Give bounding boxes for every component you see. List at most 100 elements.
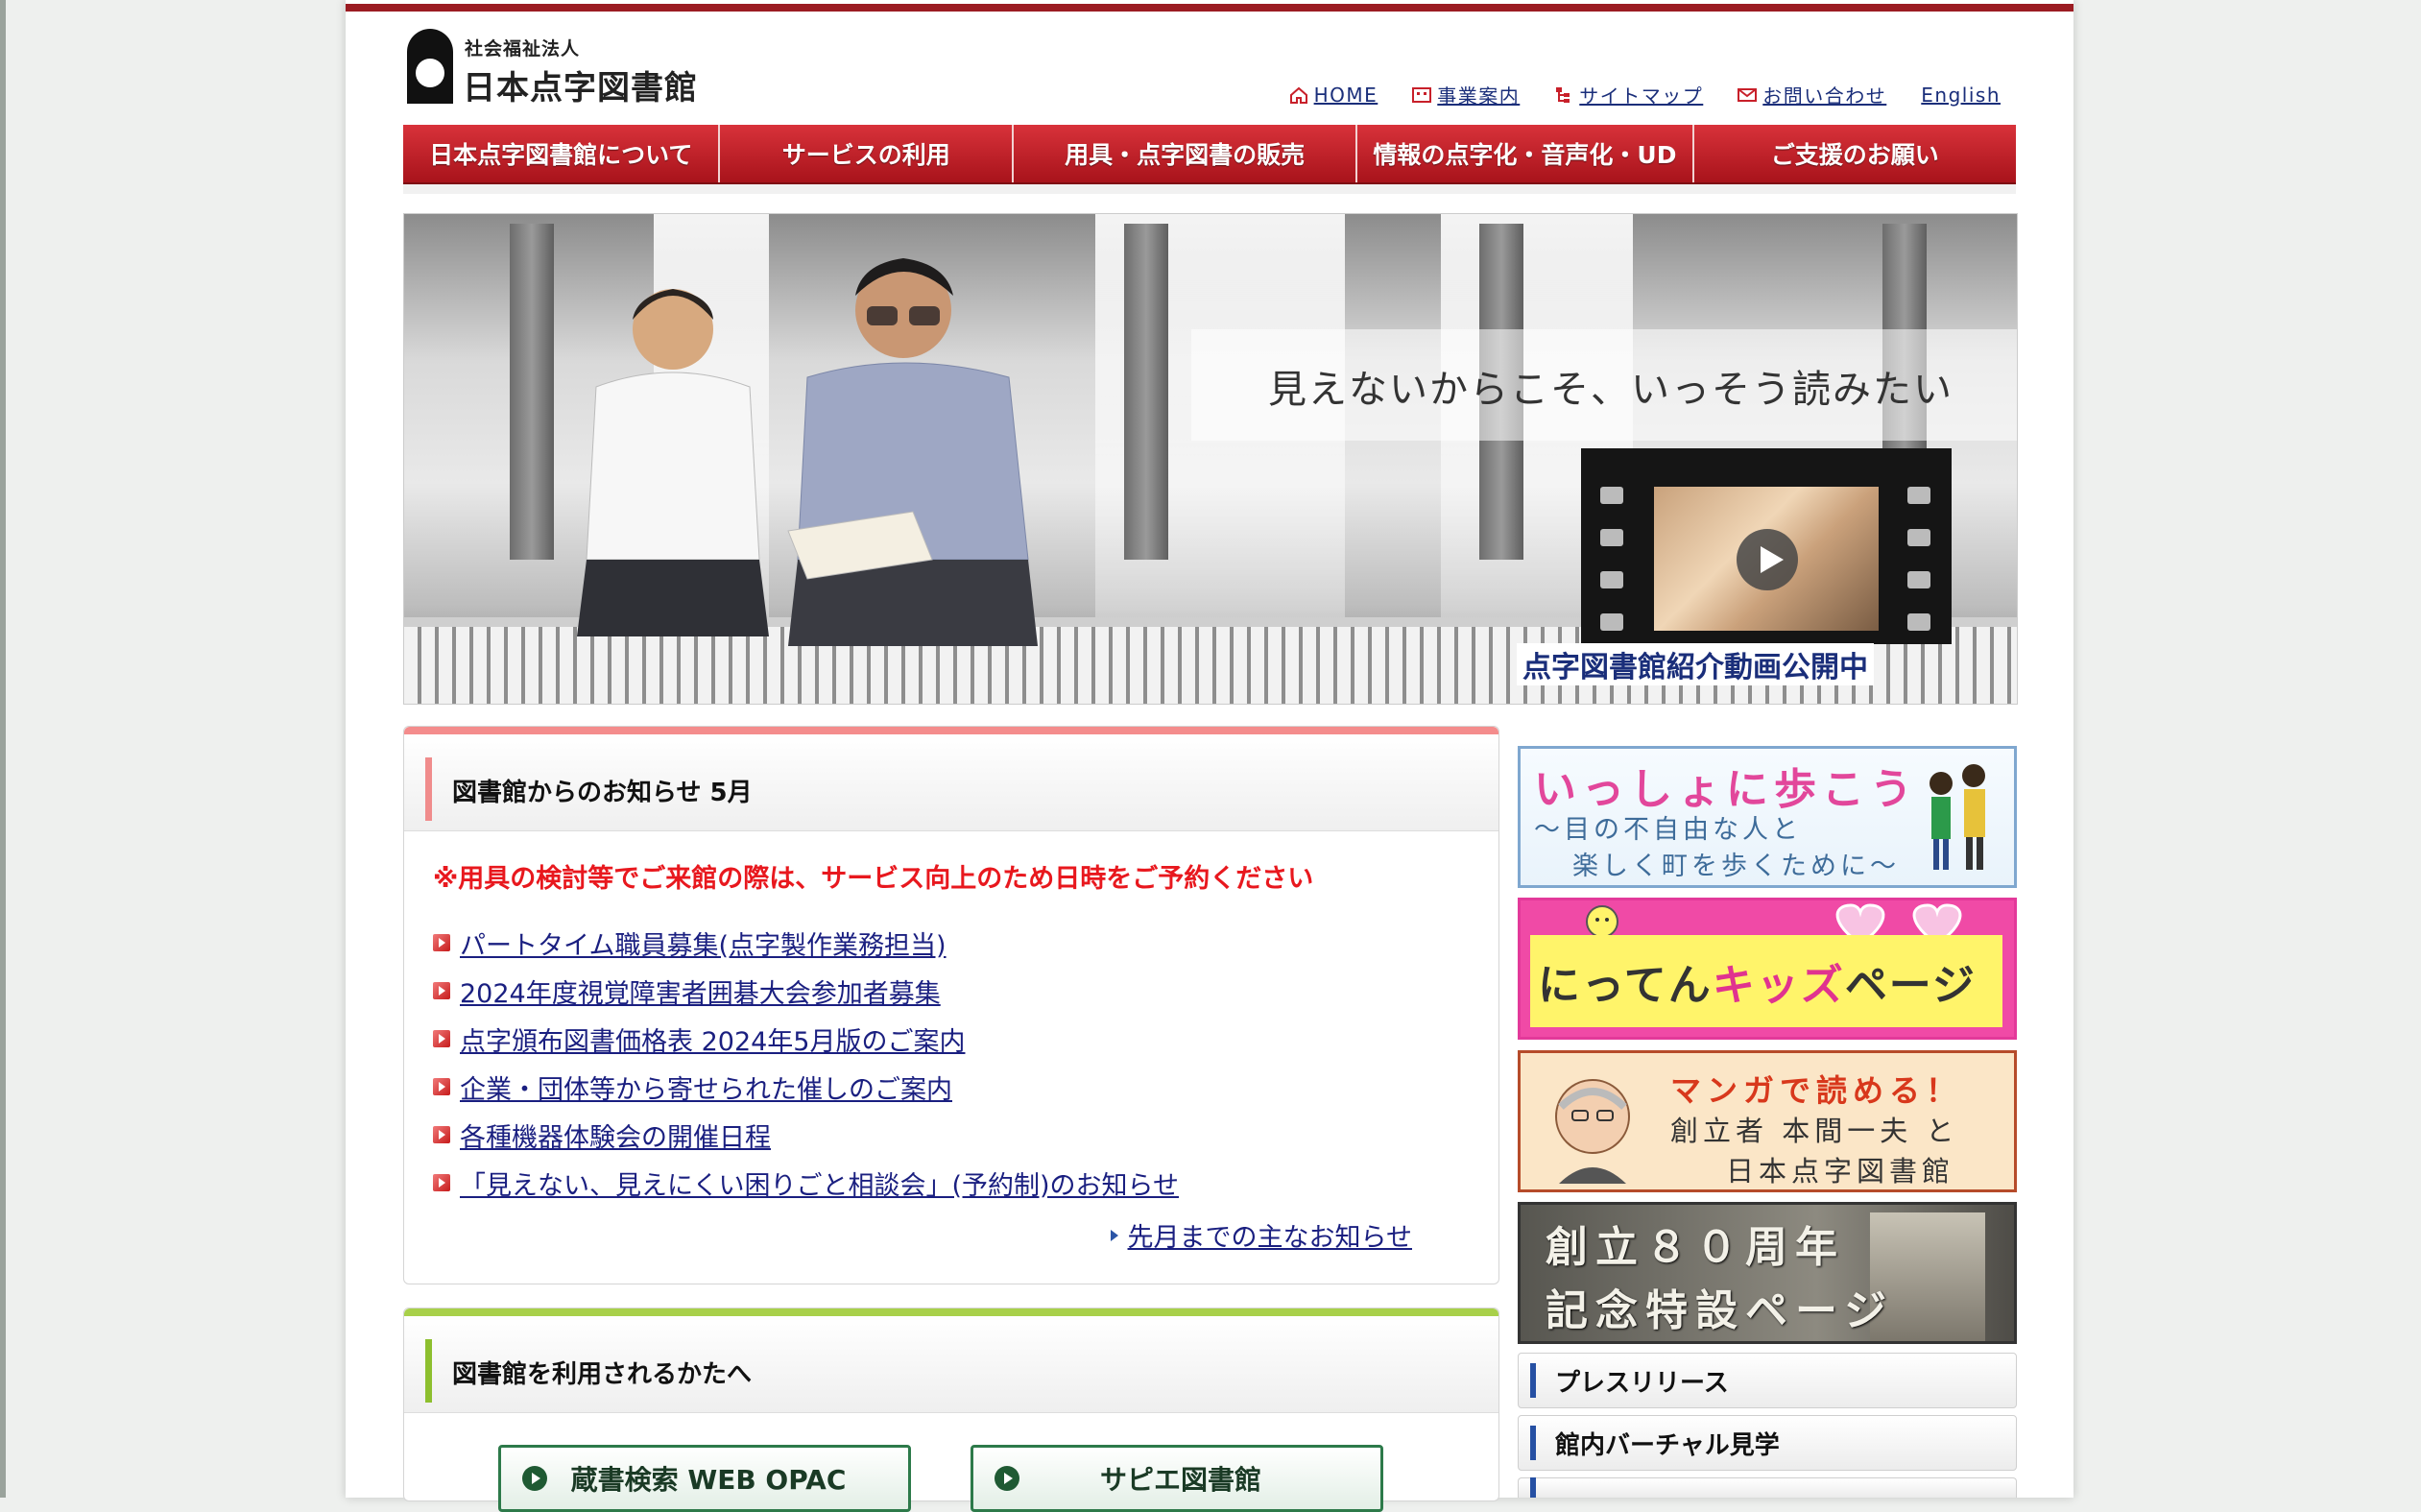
web-opac-button[interactable]: 蔵書検索 WEB OPAC (498, 1445, 911, 1512)
arrow-bullet-icon (433, 934, 450, 951)
anniversary-line1: 創立８０周年 (1546, 1223, 1845, 1272)
film-hole (1907, 487, 1930, 504)
util-home-label: HOME (1313, 83, 1378, 107)
past-news-link[interactable]: 先月までの主なお知らせ (1128, 1216, 1412, 1254)
film-hole (1907, 571, 1930, 588)
kids-title-part3: ページ (1844, 961, 1977, 1010)
kids-banner-title: にってんキッズページ (1538, 950, 1977, 1012)
walk-banner-line3: 楽しく町を歩くために～ (1572, 852, 1900, 881)
intro-video-thumbnail[interactable] (1581, 448, 1952, 644)
util-home-link[interactable]: HOME (1289, 81, 1378, 108)
children-walking-illustration (1930, 764, 1985, 870)
manga-founder-banner[interactable]: マンガで読める！ 創立者 本間一夫 と 日本点字図書館 (1518, 1050, 2017, 1192)
news-header-accent (425, 757, 432, 821)
logo-subtitle: 社会福祉法人 (465, 38, 581, 60)
site-logo[interactable]: 社会福祉法人 日本点字図書館 (403, 23, 720, 108)
film-hole (1907, 613, 1930, 631)
walk-banner-title: いっしょに歩こう (1534, 765, 1918, 814)
past-news: 先月までの主なお知らせ (1110, 1216, 1412, 1254)
users-panel-header: 図書館を利用されるかたへ (404, 1316, 1498, 1413)
news-link[interactable]: 点字頒布図書価格表 2024年5月版のご案内 (460, 1020, 965, 1058)
kids-title-part2: キッズ (1712, 961, 1845, 1010)
window-edge (0, 0, 6, 1498)
background-post (1124, 224, 1168, 560)
news-item: パートタイム職員募集(点字製作業務担当) (433, 919, 1179, 967)
virtual-tour-link[interactable]: 館内バーチャル見学 (1518, 1415, 2017, 1471)
film-hole (1600, 613, 1623, 631)
logo-title: 日本点字図書館 (463, 69, 698, 108)
library-users-panel: 図書館を利用されるかたへ 蔵書検索 WEB OPAC サピエ図書館 (403, 1308, 1499, 1512)
sapie-library-label: サピエ図書館 (1099, 1464, 1261, 1496)
news-link[interactable]: パートタイム職員募集(点字製作業務担当) (460, 924, 947, 962)
triangle-bullet-icon (1110, 1229, 1118, 1241)
web-opac-label: 蔵書検索 WEB OPAC (570, 1464, 847, 1496)
main-nav: 日本点字図書館について サービスの利用 用具・点字図書の販売 情報の点字化・音声… (403, 125, 2016, 184)
arrow-bullet-icon (433, 1078, 450, 1095)
building-icon (1412, 86, 1432, 103)
logo-mark-icon (407, 29, 453, 104)
news-link[interactable]: 各種機器体験会の開催日程 (460, 1116, 771, 1154)
arrow-bullet-icon (433, 1126, 450, 1143)
manga-banner-title: マンガで読める！ (1670, 1072, 1963, 1109)
press-release-label: プレスリリース (1555, 1368, 1729, 1398)
side-link-accent (1530, 1477, 1536, 1498)
top-accent-bar (346, 4, 2073, 12)
news-list: パートタイム職員募集(点字製作業務担当) 2024年度視覚障害者囲碁大会参加者募… (433, 919, 1179, 1207)
nav-services[interactable]: サービスの利用 (720, 125, 1014, 182)
news-link[interactable]: 「見えない、見えにくい困りごと相談会」(予約制)のお知らせ (460, 1164, 1179, 1202)
circle-arrow-icon (995, 1466, 1019, 1491)
users-header-accent (425, 1339, 432, 1403)
users-title: 図書館を利用されるかたへ (452, 1360, 753, 1389)
kids-title-part1: にってん (1538, 961, 1713, 1010)
side-link-accent (1530, 1426, 1536, 1460)
nav-donation[interactable]: ご支援のお願い (1694, 125, 2016, 182)
util-contact-link[interactable]: お問い合わせ (1738, 81, 1886, 108)
sitemap-icon (1556, 86, 1570, 103)
kids-page-banner[interactable]: にってんキッズページ (1518, 898, 2017, 1040)
side-link-accent (1530, 1363, 1536, 1398)
elderly-man-photo (787, 258, 1038, 646)
side-link-partial[interactable] (1518, 1477, 2017, 1498)
anniversary-banner[interactable]: 創立８０周年 記念特設ページ (1518, 1202, 2017, 1344)
page-container: 社会福祉法人 日本点字図書館 HOME 事業案内 サイトマップ お問い合わせ E… (346, 0, 2073, 1512)
news-panel: 図書館からのお知らせ 5月 ※用具の検討等でご来館の際は、サービス向上のため日時… (403, 726, 1499, 1284)
nav-braille-audio-ud[interactable]: 情報の点字化・音声化・UD (1357, 125, 1694, 182)
mail-icon (1738, 87, 1758, 102)
walk-banner-line2: ～目の不自由な人と (1534, 815, 1802, 845)
news-link[interactable]: 2024年度視覚障害者囲碁大会参加者募集 (460, 972, 941, 1010)
util-business-link[interactable]: 事業案内 (1412, 81, 1520, 108)
arrow-bullet-icon (433, 982, 450, 999)
virtual-tour-label: 館内バーチャル見学 (1555, 1430, 1780, 1460)
users-panel-cap (404, 1308, 1498, 1316)
news-panel-header: 図書館からのお知らせ 5月 (404, 734, 1498, 831)
hero-tagline: 見えないからこそ、いっそう読みたい (1268, 368, 1954, 412)
anniversary-line2: 記念特設ページ (1546, 1286, 1895, 1335)
founder-portrait-illustration (1555, 1079, 1630, 1184)
video-caption-link[interactable]: 点字図書館紹介動画公開中 (1517, 643, 1874, 685)
film-hole (1907, 529, 1930, 546)
walk-together-banner[interactable]: いっしょに歩こう ～目の不自由な人と 楽しく町を歩くために～ (1518, 746, 2017, 888)
nav-sales[interactable]: 用具・点字図書の販売 (1014, 125, 1358, 182)
news-item: 2024年度視覚障害者囲碁大会参加者募集 (433, 967, 1179, 1015)
play-icon[interactable] (1737, 529, 1798, 590)
utility-nav: HOME 事業案内 サイトマップ お問い合わせ English (1289, 81, 2001, 108)
news-link[interactable]: 企業・団体等から寄せられた催しのご案内 (460, 1068, 952, 1106)
circle-arrow-icon (522, 1466, 547, 1491)
nav-about[interactable]: 日本点字図書館について (403, 125, 721, 182)
nav-shadow (403, 184, 2016, 194)
arrow-bullet-icon (433, 1030, 450, 1047)
film-hole (1600, 487, 1623, 504)
sapie-library-button[interactable]: サピエ図書館 (971, 1445, 1383, 1512)
film-hole (1600, 529, 1623, 546)
util-english-label: English (1921, 83, 2001, 107)
home-icon (1289, 86, 1307, 104)
news-panel-cap (404, 727, 1498, 734)
util-english-link[interactable]: English (1921, 81, 2001, 108)
util-business-label: 事業案内 (1437, 84, 1521, 108)
news-title: 図書館からのお知らせ 5月 (452, 779, 753, 807)
util-sitemap-link[interactable]: サイトマップ (1554, 81, 1703, 108)
press-release-link[interactable]: プレスリリース (1518, 1353, 2017, 1408)
film-hole (1600, 571, 1623, 588)
news-item: 点字頒布図書価格表 2024年5月版のご案内 (433, 1015, 1179, 1063)
news-item: 各種機器体験会の開催日程 (433, 1111, 1179, 1159)
